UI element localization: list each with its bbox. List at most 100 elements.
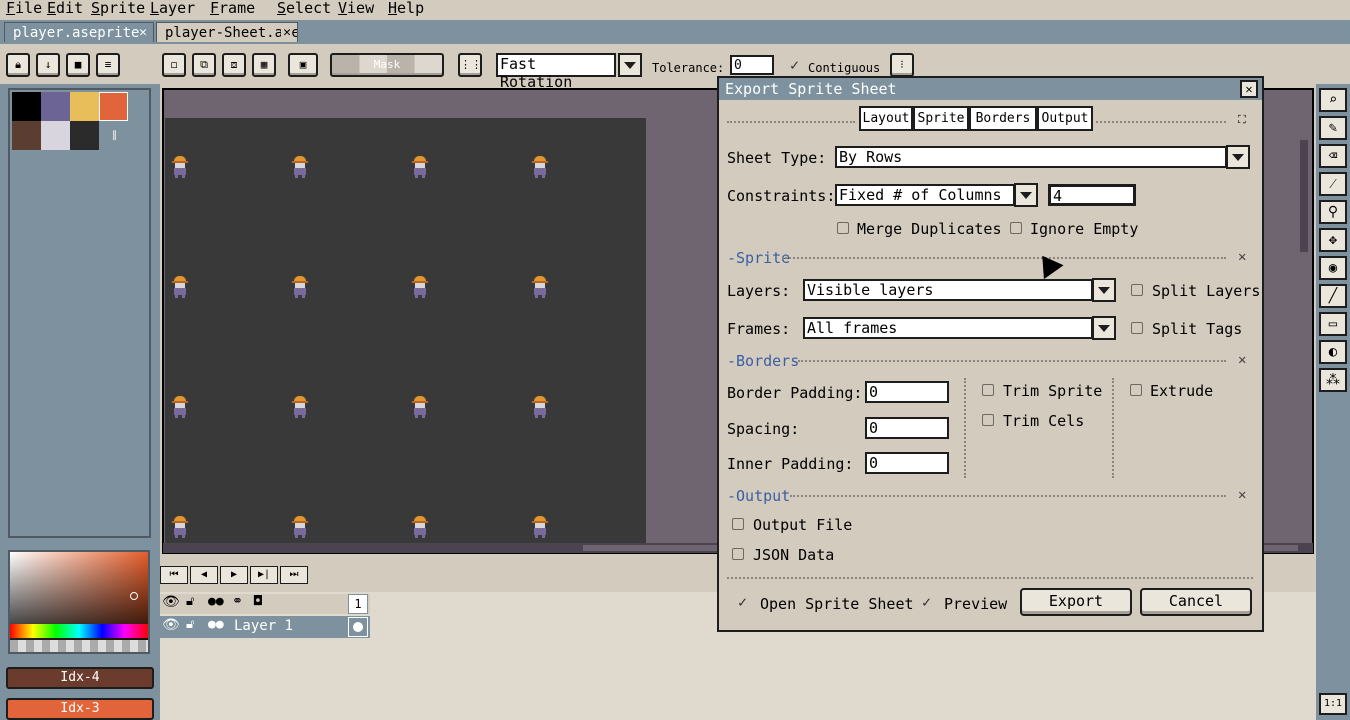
vertical-scrollbar[interactable] [1300,140,1308,252]
palette-resize-handle[interactable]: ∥ [112,130,117,141]
palette-swatch[interactable] [41,121,70,150]
chevron-down-icon[interactable] [1092,278,1116,302]
eye-icon[interactable]: 👁︎ [162,617,180,633]
first-frame-icon[interactable]: ⏮ [160,566,188,584]
close-icon[interactable]: ✕ [1238,250,1246,264]
eraser-icon[interactable]: ⌫ [1319,144,1347,168]
tab-player-aseprite[interactable]: player.aseprite ✕ [4,22,154,42]
layer-row[interactable]: 👁︎ 🔓︎ ●● Layer 1 [160,616,370,638]
continuous-icon[interactable]: ●● [208,594,224,609]
close-icon[interactable]: ✕ [1238,353,1246,367]
layer-name[interactable]: Layer 1 [234,618,293,634]
selection-subtract-icon[interactable]: ⧈ [222,53,246,77]
output-section-title[interactable]: -Output [727,487,790,505]
export-button[interactable]: Export [1020,588,1132,616]
close-icon[interactable]: ✕ [281,23,291,42]
inner-padding-input[interactable]: 0 [865,452,949,474]
close-icon[interactable]: ✕ [139,23,147,42]
chevron-down-icon[interactable] [1014,183,1038,207]
play-icon[interactable]: ▶ [220,566,248,584]
tab-borders[interactable]: Borders [969,106,1037,131]
lock-icon[interactable]: 🔓︎ [186,617,194,632]
sprite-canvas[interactable] [165,118,646,543]
spray-icon[interactable]: ⁂ [1319,368,1347,392]
zoom-reset-button[interactable]: 1:1 [1319,693,1347,715]
move-icon[interactable]: ✥ [1319,228,1347,252]
rectangle-icon[interactable]: ▭ [1319,312,1347,336]
tab-sprite[interactable]: Sprite [913,106,969,131]
background-color-button[interactable]: Idx-3 [6,698,154,720]
menu-select[interactable]: Select [277,0,331,17]
columns-input[interactable]: 4 [1048,184,1136,206]
paint-bucket-icon[interactable]: ◉ [1319,256,1347,280]
onion-skin-icon[interactable]: ◘ [254,594,262,609]
transparent-color-icon[interactable]: ▣ [288,53,318,77]
pencil-icon[interactable]: ✎ [1319,116,1347,140]
palette-swatch[interactable] [41,92,70,121]
palette-swatch[interactable] [12,121,41,150]
alpha-slider[interactable] [10,640,148,652]
menu-sprite[interactable]: Sprite [91,0,145,17]
selection-add-icon[interactable]: ⧉ [192,53,216,77]
selection-intersect-icon[interactable]: ▦ [252,53,276,77]
mask-color-button[interactable]: Mask [330,53,444,77]
selection-replace-icon[interactable]: ◻ [162,53,186,77]
cancel-button[interactable]: Cancel [1140,588,1252,616]
checkmark-icon[interactable]: ✓ [790,58,799,73]
frames-select[interactable]: All frames [803,317,1093,339]
sprite-section-title[interactable]: -Sprite [727,249,790,267]
chevron-down-icon[interactable] [1226,145,1250,169]
merge-duplicates-checkbox[interactable] [837,222,849,234]
eyedropper-icon[interactable]: ⁄ [1319,172,1347,196]
line-icon[interactable]: ╱ [1319,284,1347,308]
checkmark-icon[interactable]: ✓ [738,595,747,610]
tab-layout[interactable]: Layout [859,106,913,131]
borders-section-title[interactable]: -Borders [727,352,799,370]
magnifier-icon[interactable]: ⚲ [1319,200,1347,224]
zoom-icon[interactable]: ⌕ [1319,88,1347,112]
link-icon[interactable]: ⚭ [232,594,243,609]
split-tags-checkbox[interactable] [1131,322,1143,334]
menu-frame[interactable]: Frame [210,0,255,17]
checkmark-icon[interactable]: ✓ [922,595,931,610]
trim-cels-checkbox[interactable] [982,414,994,426]
menu-layer[interactable]: Layer [150,0,195,17]
output-file-checkbox[interactable] [732,518,744,530]
trim-sprite-checkbox[interactable] [982,384,994,396]
lock-icon[interactable]: 🔓︎ [186,594,194,609]
chevron-down-icon[interactable] [618,53,642,77]
frame-number[interactable]: 1 [348,594,368,614]
ignore-empty-checkbox[interactable] [1010,222,1022,234]
palette-swatch[interactable] [70,92,99,121]
contour-icon[interactable]: ◐ [1319,340,1347,364]
dropdown-options-icon[interactable]: ⁝ [890,53,914,77]
tab-player-sheet[interactable]: player-Sheet.aseprite ✕ [156,22,298,42]
cel[interactable] [348,617,368,637]
previous-frame-icon[interactable]: ◀ [190,566,218,584]
arrow-down-icon[interactable]: ↓ [36,53,60,77]
layers-select[interactable]: Visible layers [803,279,1093,301]
extrude-checkbox[interactable] [1130,384,1142,396]
continuous-icon[interactable]: ●● [208,617,224,632]
eye-icon[interactable]: 👁︎ [162,594,180,610]
palette-swatch[interactable] [12,92,41,121]
tolerance-input[interactable]: 0 [730,55,774,75]
palette-swatch[interactable] [70,121,99,150]
menu-icon[interactable]: ≡ [96,53,120,77]
palette-swatch[interactable] [99,92,128,121]
tab-output[interactable]: Output [1037,106,1093,131]
next-frame-icon[interactable]: ▶| [250,566,278,584]
expand-icon[interactable]: ⛶ [1238,113,1246,127]
rotation-algorithm-select[interactable]: Fast Rotation [496,53,616,91]
menu-help[interactable]: Help [388,0,424,17]
json-data-checkbox[interactable] [732,548,744,560]
border-padding-input[interactable]: 0 [865,381,949,403]
close-icon[interactable]: ✕ [1240,80,1258,98]
close-icon[interactable]: ✕ [1238,488,1246,502]
split-layers-checkbox[interactable] [1131,284,1143,296]
foreground-color-button[interactable]: Idx-4 [6,667,154,689]
menu-edit[interactable]: Edit [47,0,83,17]
color-selector-handle[interactable] [130,592,138,600]
menu-file[interactable]: File [6,0,42,17]
constraints-select[interactable]: Fixed # of Columns [835,184,1015,206]
